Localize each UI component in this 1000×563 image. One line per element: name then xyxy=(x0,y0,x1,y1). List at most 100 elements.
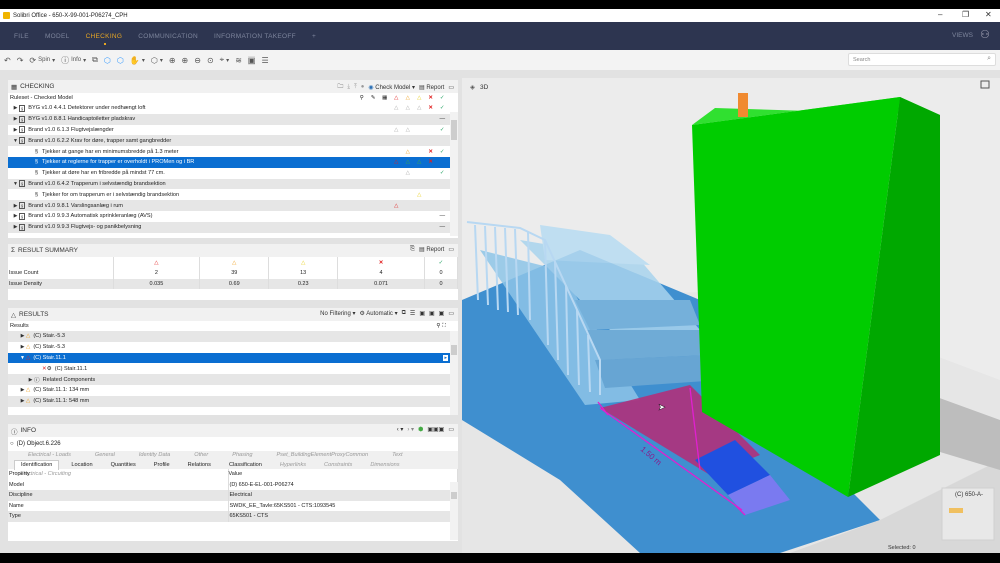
minimize-button[interactable]: – xyxy=(938,10,942,19)
views-button[interactable]: VIEWS xyxy=(952,32,973,39)
layers-icon[interactable]: ☰ xyxy=(261,56,268,65)
rule-row[interactable]: ▼ § Brand v1.0 6.2.2 Krav for døre, trappe… xyxy=(8,135,458,147)
rule-row[interactable]: ▶ § Brand v1.0 9.8.1 Varslingsanlæg i rum △ xyxy=(8,200,458,211)
rule-row[interactable]: ▶ § Brand v1.0 6.1.3 Flugtvejslængder △ △ ✓ xyxy=(8,125,458,136)
expand-arrow-icon[interactable]: ▶ xyxy=(19,387,26,393)
back-button[interactable]: ‹ ▾ xyxy=(397,426,404,433)
info-tab[interactable]: Relations xyxy=(182,461,217,470)
report-button[interactable]: ▤ Report xyxy=(419,84,444,91)
views-icon[interactable]: ⚇ xyxy=(980,28,990,41)
expand-arrow-icon[interactable]: ▼ xyxy=(12,181,19,187)
collapse-arrow-icon[interactable]: ▶ xyxy=(12,116,19,122)
maximize-icon[interactable]: ▭ xyxy=(448,246,454,253)
menu-tab-communication[interactable]: COMMUNICATION xyxy=(138,33,198,40)
upload-icon[interactable]: ⤒ xyxy=(354,84,357,91)
result-row[interactable]: ▶ △ (C) Stair.-5.3 xyxy=(8,342,458,353)
model-icon[interactable]: ⬢ xyxy=(418,426,423,433)
zoom-out-icon[interactable]: ⊖ xyxy=(194,56,201,65)
export-icon[interactable]: ⎘ xyxy=(410,246,415,253)
expand-arrow-icon[interactable]: ▶ xyxy=(19,344,26,350)
result-row[interactable]: ▶ △ (C) Stair.11.1: 548 mm xyxy=(8,395,458,407)
rule-row[interactable]: ▶ § BYG v1.0 8.8.1 Handicaptoiletter plads… xyxy=(8,113,458,125)
zoom-fit-icon[interactable]: ⊕ xyxy=(169,56,176,65)
visibility-icon[interactable]: ✋ ▾ xyxy=(130,56,145,65)
menu-tab-+[interactable]: + xyxy=(312,33,316,40)
download-icon[interactable]: ⤓ xyxy=(347,84,350,91)
filter-dropdown[interactable]: No Filtering ▾ xyxy=(320,310,355,317)
info-tab[interactable]: Identification xyxy=(14,460,60,470)
result-row[interactable]: ▼ △ (C) Stair.11.1 ▸ xyxy=(8,352,458,364)
result-row[interactable]: ✕ ⚙ (C) Stair.11.1 xyxy=(8,363,458,374)
section-icon[interactable]: ≋ xyxy=(235,56,242,65)
menu-tab-checking[interactable]: CHECKING xyxy=(86,33,123,45)
rule-row[interactable]: § Tjekker at reglerne for trapper er over… xyxy=(8,156,458,168)
redo-icon[interactable]: ↷ xyxy=(17,56,24,65)
open-icon[interactable]: 🗀 xyxy=(337,82,343,92)
info-tab[interactable]: Text xyxy=(386,451,408,460)
collapse-arrow-icon[interactable]: ▶ xyxy=(12,105,19,111)
rule-row[interactable]: § Tjekker for om trapperum er i selvstænd… xyxy=(8,189,458,200)
zoom-selected-icon[interactable]: ⊙ xyxy=(207,56,214,65)
search-input[interactable]: Search ⌕ xyxy=(848,53,996,66)
box-view-icon[interactable]: ⬡ ▾ xyxy=(151,56,163,65)
collapse-arrow-icon[interactable]: ▶ xyxy=(12,213,19,219)
group-icon[interactable]: ⧉ xyxy=(402,310,406,317)
expand-arrow-icon[interactable]: ▶ xyxy=(19,398,26,404)
restore-button[interactable]: ❐ xyxy=(962,10,969,19)
slide-icon[interactable]: ▣ xyxy=(419,310,425,317)
3d-viewport[interactable]: 1.50 m 3D ◈ (C) 650-A- Selected: 0 ➤ xyxy=(462,78,1000,553)
select-objects-icon[interactable]: ⧉ xyxy=(92,55,98,65)
collapse-arrow-icon[interactable]: ▶ xyxy=(12,203,19,209)
info-tab[interactable]: Pset_BuildingElementProxyCommon xyxy=(270,451,374,460)
slide-icon[interactable]: ▣ xyxy=(429,310,435,317)
maximize-icon[interactable]: ▭ xyxy=(448,310,454,317)
stop-icon[interactable]: ● xyxy=(361,84,365,90)
rule-row[interactable]: ▼ § Brand v1.0 6.4.2 Trapperum i selvstænd… xyxy=(8,178,458,190)
info-tab[interactable]: Constraints xyxy=(318,461,358,470)
expand-arrow-icon[interactable]: ▶ xyxy=(27,377,34,383)
undo-icon[interactable]: ↶ xyxy=(4,56,11,65)
spin-button[interactable]: ⟳ Spin ▾ xyxy=(29,56,55,65)
rule-row[interactable]: ▶ § BYG v1.0 4.4.1 Detektorer under nedhæn… xyxy=(8,103,458,114)
collapse-arrow-icon[interactable]: ▶ xyxy=(12,127,19,133)
info-tab[interactable]: Quantities xyxy=(105,461,142,470)
rule-row[interactable]: § Tjekker at gange har en minimumsbredde … xyxy=(8,146,458,157)
info-tab[interactable]: Hyperlinks xyxy=(274,461,312,470)
info-tab[interactable]: Profile xyxy=(148,461,176,470)
menu-tab-information-takeoff[interactable]: INFORMATION TAKEOFF xyxy=(214,33,296,40)
menu-tab-model[interactable]: MODEL xyxy=(45,33,70,40)
maximize-icon[interactable]: ▭ xyxy=(448,84,454,91)
menu-tab-file[interactable]: FILE xyxy=(14,33,29,40)
mode-dropdown[interactable]: ⚙ Automatic ▾ xyxy=(360,310,398,317)
info-tab[interactable]: Classification xyxy=(223,461,268,470)
measure-icon[interactable]: ⌖ ▾ xyxy=(220,55,230,65)
map-icon[interactable]: ▣ xyxy=(247,55,256,65)
close-button[interactable]: ✕ xyxy=(985,10,992,19)
expand-arrow-icon[interactable]: ▼ xyxy=(12,138,19,144)
info-tab[interactable]: Location xyxy=(65,461,98,470)
checking-scrollbar[interactable] xyxy=(450,112,458,236)
info-scrollbar[interactable] xyxy=(450,482,458,540)
result-row[interactable]: ▶ △ (C) Stair.11.1: 134 mm xyxy=(8,385,458,396)
slide-icon[interactable]: ▣▣▣ xyxy=(427,426,444,433)
hide-icon[interactable]: ⬡ xyxy=(104,56,111,65)
forward-button[interactable]: › ▾ xyxy=(407,426,414,433)
info-button[interactable]: ⓘ Info ▾ xyxy=(61,55,86,66)
info-tab[interactable]: Identity Data xyxy=(133,451,176,460)
results-scrollbar[interactable] xyxy=(450,331,458,415)
rule-row[interactable]: ▶ § Brand v1.0 9.9.3 Flugtvejs- og panikbe… xyxy=(8,221,458,233)
expand-arrow-icon[interactable]: ▶ xyxy=(19,333,26,339)
report-button[interactable]: ▤ Report xyxy=(419,246,444,253)
result-row[interactable]: ▶ △ (C) Stair.-5.3 xyxy=(8,331,458,342)
zoom-in-icon[interactable]: ⊕ xyxy=(182,56,189,65)
info-tab[interactable]: Phasing xyxy=(226,451,258,460)
expand-arrow-icon[interactable]: ▼ xyxy=(19,355,26,361)
list-icon[interactable]: ☰ xyxy=(410,310,415,317)
result-row[interactable]: ▶ ⓘ Related Components xyxy=(8,374,458,385)
rule-row[interactable]: ▶ § Brand v1.0 9.9.3 Automatisk sprinklera… xyxy=(8,211,458,222)
info-tab[interactable]: General xyxy=(89,451,121,460)
isolate-icon[interactable]: ⬡ xyxy=(117,56,124,65)
info-tab[interactable]: Electrical - Loads xyxy=(22,451,77,460)
collapse-arrow-icon[interactable]: ▶ xyxy=(12,224,19,230)
info-tab[interactable]: Dimensions xyxy=(364,461,405,470)
